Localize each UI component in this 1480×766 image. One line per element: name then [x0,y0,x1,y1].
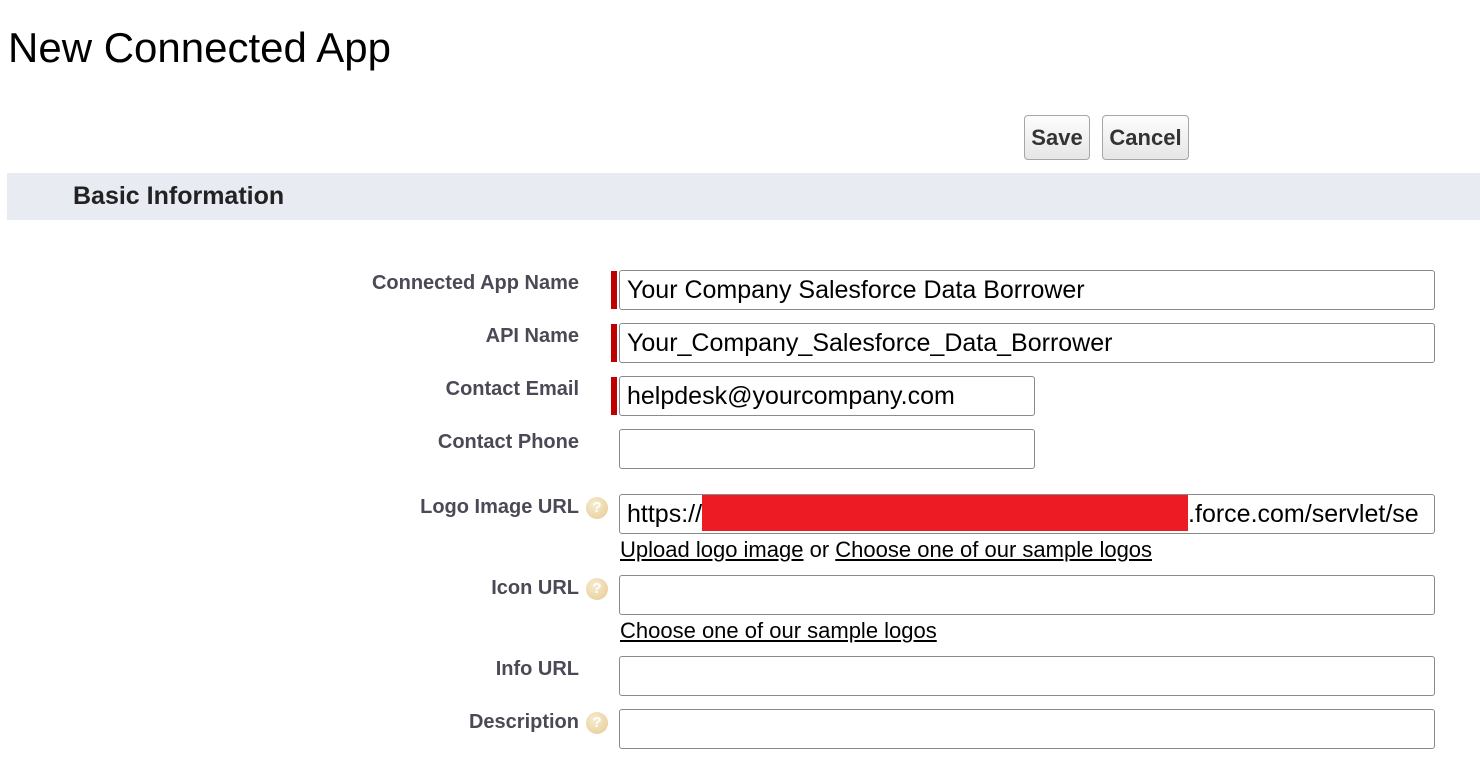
section-header: Basic Information [7,173,1480,220]
logo-image-url-input[interactable]: https:// .force.com/servlet/se [619,494,1435,534]
info-url-input[interactable] [619,656,1435,696]
required-indicator [611,377,617,415]
description-input[interactable] [619,709,1435,749]
logo-links: Upload logo image or Choose one of our s… [620,537,1152,563]
page-title: New Connected App [8,24,391,71]
logo-url-prefix: https:// [627,500,703,528]
required-indicator [611,271,617,309]
contact-phone-label: Contact Phone [437,431,579,453]
cancel-button[interactable]: Cancel [1102,115,1189,160]
info-url-label: Info URL [495,658,579,680]
help-icon[interactable]: ? [586,578,608,600]
connected-app-name-input[interactable] [619,270,1435,310]
icon-url-label: Icon URL [491,577,579,599]
save-button[interactable]: Save [1024,115,1090,160]
logo-image-url-label: Logo Image URL [420,496,579,518]
choose-sample-icons-link[interactable]: Choose one of our sample logos [620,618,937,643]
icon-url-input[interactable] [619,575,1435,615]
required-indicator [611,324,617,362]
help-icon[interactable]: ? [586,712,608,734]
choose-sample-logos-link[interactable]: Choose one of our sample logos [835,537,1152,562]
api-name-label: API Name [485,325,579,347]
redaction-block [702,495,1189,531]
contact-email-input[interactable] [619,376,1035,416]
connected-app-name-label: Connected App Name [371,272,579,294]
contact-phone-input[interactable] [619,429,1035,469]
help-icon[interactable]: ? [586,497,608,519]
contact-email-label: Contact Email [445,378,579,400]
logo-url-suffix: .force.com/servlet/se [1188,500,1419,528]
api-name-input[interactable] [619,323,1435,363]
section-title: Basic Information [73,182,285,210]
upload-logo-link[interactable]: Upload logo image [620,537,803,562]
or-text: or [809,537,830,562]
description-label: Description [468,711,579,733]
icon-links: Choose one of our sample logos [620,618,937,644]
